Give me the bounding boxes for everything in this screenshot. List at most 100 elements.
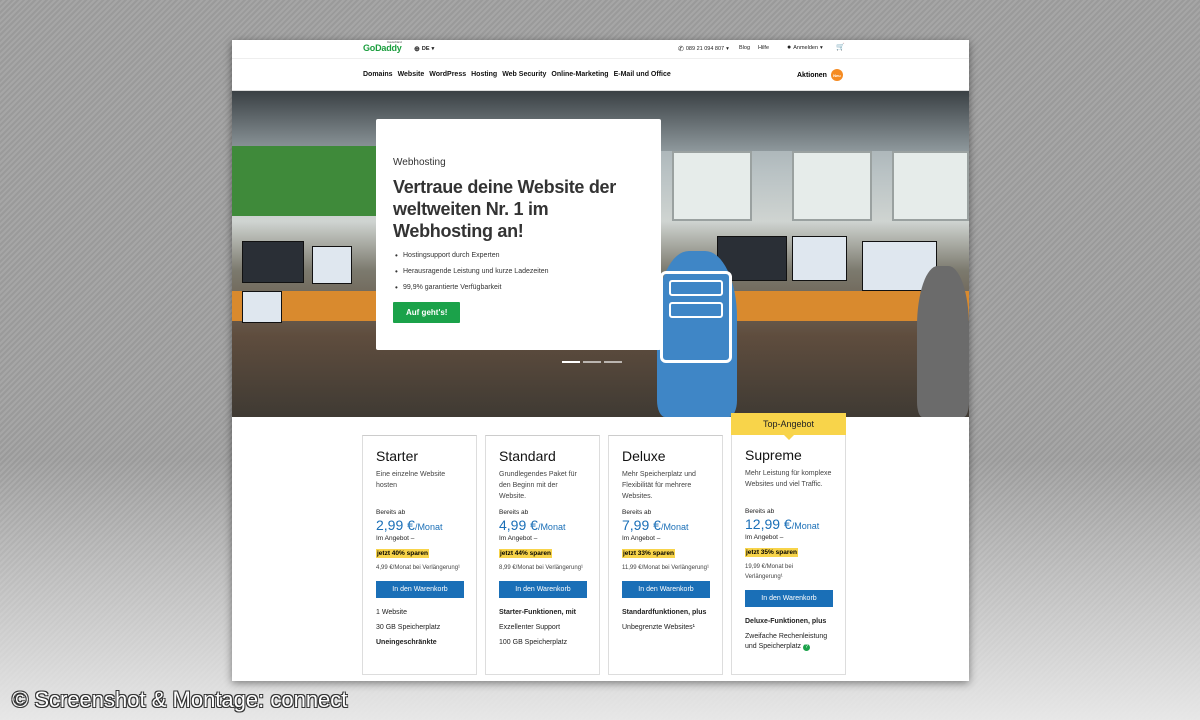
- plan-card-starter: Starter Eine einzelne Website hosten Ber…: [362, 435, 477, 675]
- plan-from-label: Bereits ab: [499, 509, 529, 516]
- plan-renewal: 19,99 €/Monat bei Verlängerung¹: [745, 564, 794, 580]
- plan-price: 12,99 €/Monat: [745, 516, 820, 532]
- plan-features: Starter-Funktionen, mit Exzellenter Supp…: [499, 608, 586, 648]
- plan-description: Mehr Leistung für komplexe Websites und …: [745, 470, 832, 488]
- nav-item-hosting[interactable]: Hosting: [471, 71, 497, 78]
- pricing-plans: Starter Eine einzelne Website hosten Ber…: [362, 413, 846, 675]
- copyright-watermark: © Screenshot & Montage: connect: [12, 687, 348, 712]
- top-bar: Deutschland GoDaddy ⊕ DE ▾ ✆ 089 21 094 …: [232, 40, 969, 59]
- hero-banner: Webhosting Vertraue deine Website der we…: [232, 91, 969, 417]
- plan-from-label: Bereits ab: [376, 509, 406, 516]
- carousel-pager: [562, 361, 622, 363]
- plan-price: 2,99 €/Monat: [376, 517, 443, 533]
- hero-photo-monitor: [792, 236, 847, 281]
- plan-offer: Im Angebot –: [376, 535, 415, 542]
- plan-renewal: 11,99 €/Monat bei Verlängerung¹: [622, 565, 709, 571]
- hero-bullets: Hostingsupport durch Experten Herausrage…: [393, 251, 644, 292]
- plan-feature: Starter-Funktionen, mit: [499, 609, 577, 616]
- plan-card-deluxe: Deluxe Mehr Speicherplatz und Flexibilit…: [608, 435, 723, 675]
- plan-renewal: 4,99 €/Monat bei Verlängerung¹: [376, 565, 461, 571]
- plan-name: Deluxe: [622, 448, 666, 464]
- plan-description: Eine einzelne Website hosten: [376, 471, 446, 489]
- carousel-dot[interactable]: [583, 361, 601, 363]
- server-icon: [660, 271, 732, 363]
- plan-features: Standardfunktionen, plus Unbegrenzte Web…: [622, 608, 709, 633]
- plan-price: 4,99 €/Monat: [499, 517, 566, 533]
- cart-icon[interactable]: 🛒: [836, 43, 845, 51]
- hero-card: Webhosting Vertraue deine Website der we…: [376, 119, 661, 350]
- plan-name: Standard: [499, 448, 556, 464]
- user-icon: ●: [787, 44, 792, 51]
- plan-feature: Exzellenter Support: [499, 624, 561, 631]
- login-menu[interactable]: ● Anmelden ▾: [787, 44, 823, 51]
- plan-offer: Im Angebot –: [745, 534, 784, 541]
- nav-item-email-office[interactable]: E-Mail und Office: [614, 71, 671, 78]
- phone-selector[interactable]: ✆ 089 21 094 807 ▾: [678, 45, 729, 53]
- nav-item-online-marketing[interactable]: Online-Marketing: [551, 71, 608, 78]
- plan-feature: Deluxe-Funktionen, plus: [745, 618, 827, 625]
- login-label: Anmelden: [793, 44, 819, 51]
- add-to-cart-button[interactable]: In den Warenkorb: [622, 581, 710, 598]
- plan-feature: Unbegrenzte Websites¹: [622, 624, 696, 631]
- nav-item-web-security[interactable]: Web Security: [502, 71, 546, 78]
- hero-photo-monitor: [242, 241, 304, 283]
- plan-renewal: 8,99 €/Monat bei Verlängerung¹: [499, 565, 584, 571]
- plan-savings-badge: jetzt 44% sparen: [499, 549, 552, 558]
- language-selector[interactable]: ⊕ DE ▾: [414, 45, 434, 53]
- add-to-cart-button[interactable]: In den Warenkorb: [745, 590, 833, 607]
- godaddy-logo[interactable]: Deutschland GoDaddy: [363, 40, 402, 53]
- nav-item-wordpress[interactable]: WordPress: [429, 71, 466, 78]
- plan-offer: Im Angebot –: [622, 535, 661, 542]
- plan-from-label: Bereits ab: [622, 509, 652, 516]
- logo-subtitle: Deutschland: [387, 40, 402, 44]
- promotions-label: Aktionen: [797, 71, 827, 79]
- main-nav: Domains Website WordPress Hosting Web Se…: [232, 59, 969, 91]
- nav-items: Domains Website WordPress Hosting Web Se…: [363, 71, 671, 78]
- plan-features: Deluxe-Funktionen, plus Zweifache Rechen…: [745, 617, 832, 652]
- plan-savings-badge: jetzt 35% sparen: [745, 548, 798, 557]
- hero-photo-window: [892, 151, 969, 221]
- plan-feature: Uneingeschränkte: [376, 639, 437, 646]
- plan-from-label: Bereits ab: [745, 508, 775, 515]
- hero-photo-person: [917, 266, 969, 417]
- carousel-dot[interactable]: [604, 361, 622, 363]
- phone-icon: ✆: [678, 46, 684, 53]
- hero-headline: Vertraue deine Website der weltweiten Nr…: [393, 177, 616, 241]
- promotions-link[interactable]: Aktionen Neu: [797, 69, 843, 81]
- hero-cta-button[interactable]: Auf geht's!: [393, 302, 461, 323]
- nav-item-domains[interactable]: Domains: [363, 71, 393, 78]
- plan-feature: Zweifache Rechenleistung und Speicherpla…: [745, 633, 828, 651]
- plan-description: Grundlegendes Paket für den Beginn mit d…: [499, 471, 577, 500]
- hero-photo-monitor: [242, 291, 282, 323]
- hero-photo-wall: [232, 146, 382, 216]
- browser-page: Deutschland GoDaddy ⊕ DE ▾ ✆ 089 21 094 …: [232, 40, 969, 681]
- blog-link[interactable]: Blog: [739, 45, 750, 51]
- plan-feature: 1 Website: [376, 609, 407, 616]
- hero-photo-window: [672, 151, 752, 221]
- carousel-dot[interactable]: [562, 361, 580, 363]
- plan-card-standard: Standard Grundlegendes Paket für den Beg…: [485, 435, 600, 675]
- add-to-cart-button[interactable]: In den Warenkorb: [376, 581, 464, 598]
- plan-name: Starter: [376, 448, 419, 464]
- phone-number: 089 21 094 807: [685, 46, 725, 52]
- add-to-cart-button[interactable]: In den Warenkorb: [499, 581, 587, 598]
- help-icon[interactable]: ?: [803, 644, 810, 651]
- plan-feature: 100 GB Speicherplatz: [499, 639, 568, 646]
- plan-savings-badge: jetzt 33% sparen: [622, 549, 675, 558]
- plan-savings-badge: jetzt 40% sparen: [376, 549, 429, 558]
- hero-bullet: Herausragende Leistung und kurze Ladezei…: [393, 267, 644, 276]
- hero-eyebrow: Webhosting: [393, 157, 446, 168]
- hero-bullet: 99,9% garantierte Verfügbarkeit: [393, 283, 644, 292]
- plan-description: Mehr Speicherplatz und Flexibilität für …: [622, 471, 696, 500]
- globe-icon: ⊕: [414, 46, 420, 53]
- help-link[interactable]: Hilfe: [758, 45, 769, 51]
- plan-feature: 30 GB Speicherplatz: [376, 624, 441, 631]
- language-label: DE: [421, 46, 430, 52]
- chevron-down-icon: ▾: [820, 44, 823, 51]
- new-badge: Neu: [830, 69, 843, 81]
- chevron-down-icon: ▾: [726, 46, 729, 52]
- plan-features: 1 Website 30 GB Speicherplatz Uneingesch…: [376, 608, 463, 648]
- plan-feature: Standardfunktionen, plus: [622, 609, 707, 616]
- nav-item-website[interactable]: Website: [398, 71, 425, 78]
- plan-name: Supreme: [745, 447, 802, 463]
